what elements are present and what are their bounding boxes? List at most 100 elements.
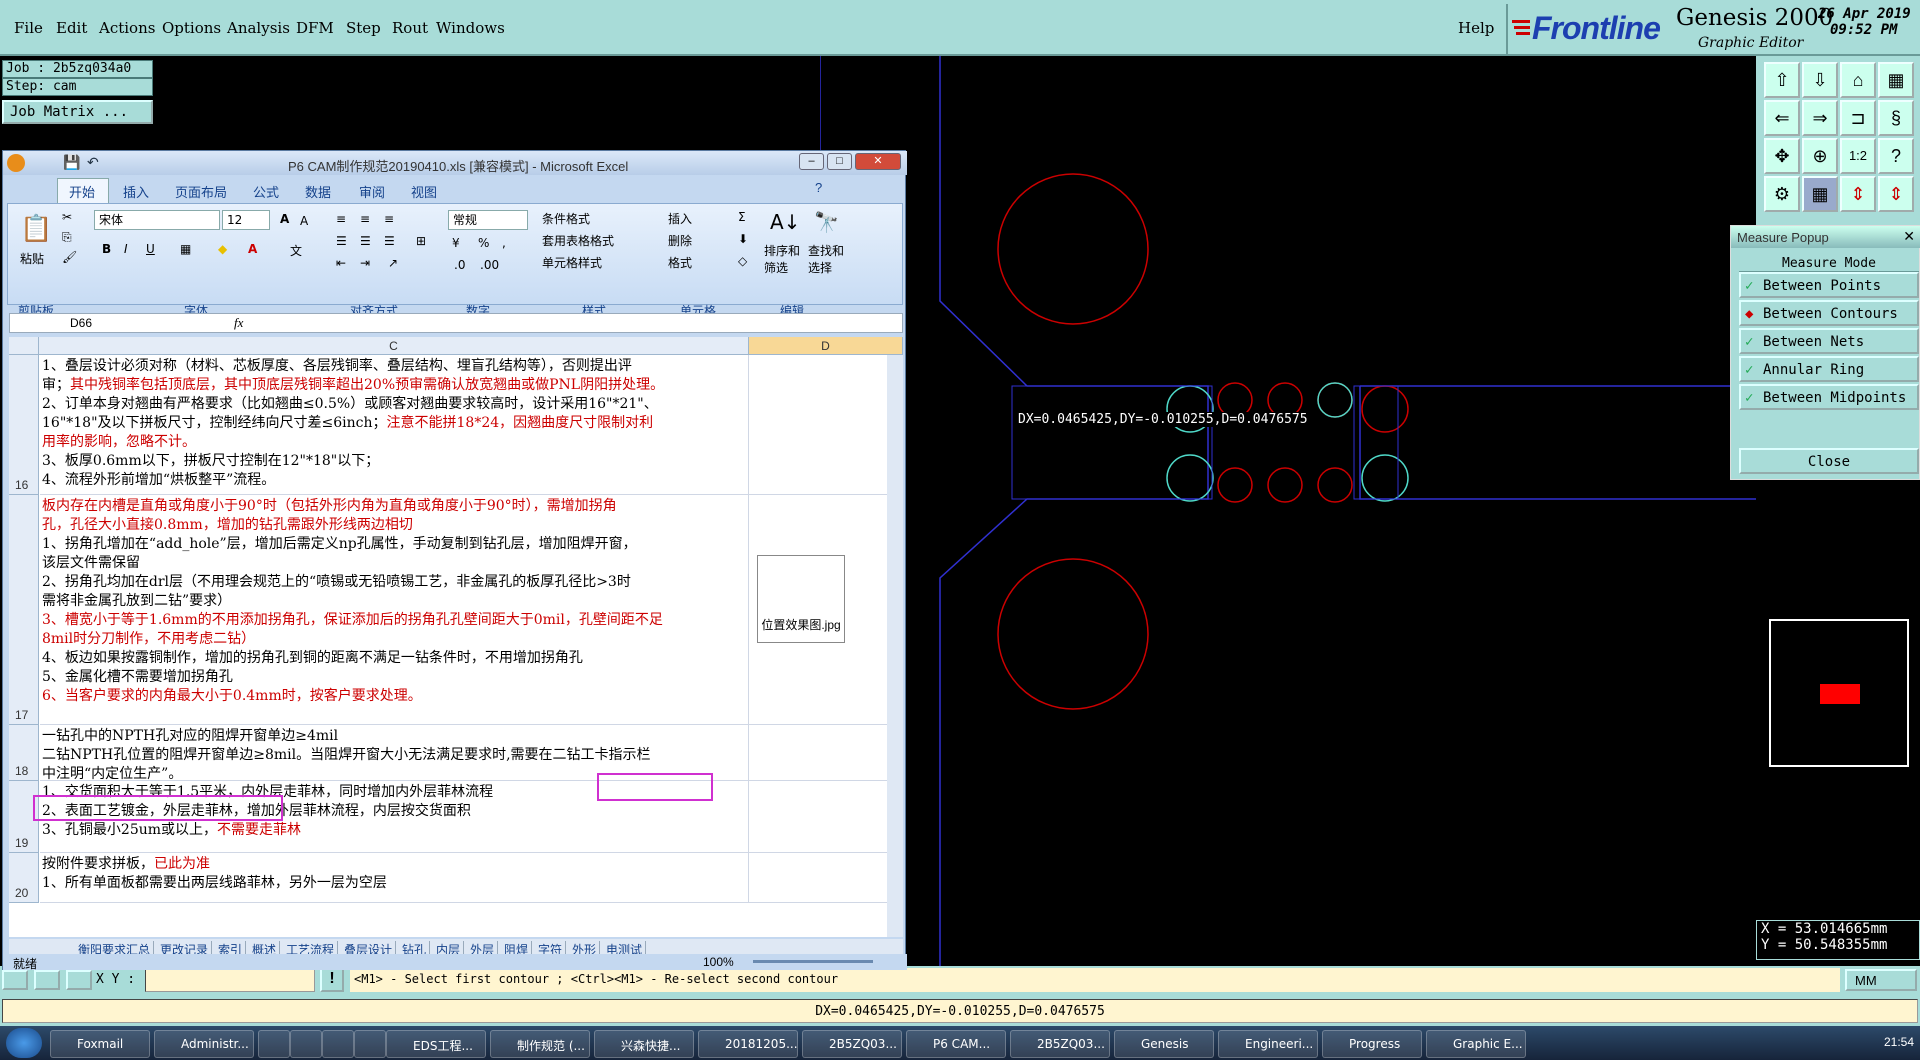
snap-icon[interactable] — [34, 970, 60, 990]
find-select-button[interactable]: 查找和选择 — [808, 242, 848, 276]
taskbar-item[interactable]: EDS工程... — [386, 1030, 486, 1058]
help-icon[interactable]: ? — [815, 180, 822, 195]
percent-icon[interactable]: % — [478, 236, 489, 250]
close-icon[interactable]: ✕ — [1903, 228, 1915, 245]
zoom-in-icon[interactable]: ⊐ — [1840, 100, 1876, 136]
align-middle-icon[interactable]: ≡ — [360, 212, 370, 226]
zoom-out-icon[interactable]: § — [1878, 100, 1914, 136]
paste-button[interactable]: 粘贴 — [20, 250, 44, 267]
tab-formulas[interactable]: 公式 — [253, 182, 279, 201]
sum-icon[interactable]: Σ — [738, 210, 746, 224]
tab-insert[interactable]: 插入 — [123, 182, 149, 201]
pan-right-icon[interactable]: ⇒ — [1802, 100, 1838, 136]
menu-help[interactable]: Help — [1458, 19, 1494, 37]
sort-icon[interactable]: A↓ — [770, 210, 800, 234]
measure-popup-titlebar[interactable]: Measure Popup ✕ — [1731, 226, 1920, 248]
paste-icon[interactable]: 📋 — [20, 214, 52, 244]
merge-icon[interactable]: ⊞ — [416, 234, 426, 248]
job-matrix-button[interactable]: Job Matrix ... — [2, 100, 153, 124]
menu-analysis[interactable]: Analysis — [227, 19, 290, 37]
column-header-d[interactable]: D — [749, 337, 903, 355]
help-icon[interactable]: ? — [1878, 138, 1914, 174]
excel-titlebar[interactable]: 💾 ↶ P6 CAM制作规范20190410.xls [兼容模式] - Micr… — [3, 151, 907, 175]
taskbar-item[interactable]: 20181205... — [698, 1030, 798, 1058]
measure-icon[interactable]: ⇕ — [1840, 176, 1876, 212]
conditional-format-button[interactable]: 条件格式 — [542, 210, 590, 227]
center-icon[interactable]: ⊕ — [1802, 138, 1838, 174]
cell-d[interactable] — [749, 725, 887, 781]
fill-color-icon[interactable]: ◆ — [218, 242, 227, 256]
maximize-icon[interactable]: □ — [827, 153, 852, 170]
home-icon[interactable]: ⌂ — [1840, 62, 1876, 98]
align-center-icon[interactable]: ☰ — [360, 234, 371, 248]
taskbar-item[interactable]: Genesis — [1114, 1030, 1214, 1058]
between-contours-option[interactable]: ◆ Between Contours — [1739, 300, 1919, 326]
tab-review[interactable]: 审阅 — [359, 182, 385, 201]
grow-font-icon[interactable]: A — [280, 212, 289, 226]
comma-icon[interactable]: , — [502, 236, 506, 250]
taskbar-item[interactable] — [354, 1030, 386, 1058]
font-color-icon[interactable]: A — [248, 242, 257, 256]
zoom-slider[interactable] — [753, 960, 873, 963]
taskbar-item[interactable]: 2B5ZQ03... — [802, 1030, 902, 1058]
cut-icon[interactable]: ✂ — [62, 210, 72, 224]
close-icon[interactable]: ✕ — [855, 153, 901, 170]
cell-d[interactable] — [749, 853, 887, 903]
tab-data[interactable]: 数据 — [305, 182, 331, 201]
save-icon[interactable]: 💾 — [63, 154, 80, 171]
info-icon[interactable]: ! — [320, 968, 344, 992]
scale-icon[interactable]: 1:2 — [1840, 138, 1876, 174]
attachment-image[interactable]: 位置效果图.jpg — [757, 555, 845, 643]
row-header[interactable]: 17 — [9, 495, 39, 725]
increase-decimal-icon[interactable]: .0 — [454, 258, 465, 272]
zoom-home-icon[interactable]: ⇧ — [1764, 62, 1800, 98]
row-header[interactable]: 18 — [9, 725, 39, 781]
row-header[interactable]: 20 — [9, 853, 39, 903]
align-bottom-icon[interactable]: ≡ — [384, 212, 394, 226]
align-left-icon[interactable]: ☰ — [336, 234, 347, 248]
insert-button[interactable]: 插入 — [668, 210, 692, 227]
cell-d[interactable]: 位置效果图.jpg — [749, 495, 887, 725]
menu-file[interactable]: File — [14, 19, 43, 37]
format-painter-icon[interactable]: 🖌 — [62, 250, 77, 264]
format-button[interactable]: 格式 — [668, 254, 692, 271]
taskbar-item[interactable] — [258, 1030, 290, 1058]
taskbar-item[interactable]: P6 CAM... — [906, 1030, 1006, 1058]
tool-icon[interactable] — [2, 970, 28, 990]
indent-icon[interactable]: ⇤ — [336, 256, 346, 270]
office-icon[interactable] — [7, 154, 25, 172]
bold-icon[interactable]: B — [102, 242, 111, 256]
ruler-icon[interactable]: ⇕ — [1878, 176, 1914, 212]
spreadsheet-grid[interactable]: C D 16 1、叠层设计必须对称（材料、芯板厚度、各层残铜率、叠层结构、埋盲孔结… — [9, 337, 903, 937]
phonetic-icon[interactable]: 文 — [290, 242, 302, 259]
fill-icon[interactable]: ⬇ — [738, 232, 748, 246]
shrink-font-icon[interactable]: A — [300, 214, 308, 228]
taskbar-item[interactable]: 制作规范 (... — [490, 1030, 590, 1058]
orientation-icon[interactable]: ↗ — [388, 256, 398, 270]
decrease-decimal-icon[interactable]: .00 — [480, 258, 499, 272]
cell-c[interactable]: 1、叠层设计必须对称（材料、芯板厚度、各层残铜率、叠层结构、埋盲孔结构等），否则… — [40, 355, 749, 495]
taskbar-item[interactable] — [322, 1030, 354, 1058]
cad-canvas[interactable] — [820, 56, 1756, 966]
menu-edit[interactable]: Edit — [56, 19, 87, 37]
menu-dfm[interactable]: DFM — [296, 19, 334, 37]
column-header-c[interactable]: C — [39, 337, 749, 355]
minimize-icon[interactable]: – — [799, 153, 824, 170]
start-button[interactable] — [6, 1028, 42, 1058]
cell-d[interactable] — [749, 781, 887, 853]
select-all-corner[interactable] — [9, 337, 39, 355]
pan-left-icon[interactable]: ⇐ — [1764, 100, 1800, 136]
clear-icon[interactable]: ◇ — [738, 254, 747, 268]
menu-windows[interactable]: Windows — [436, 19, 505, 37]
undo-icon[interactable]: ↶ — [87, 154, 99, 171]
menu-options[interactable]: Options — [162, 19, 221, 37]
table-format-button[interactable]: 套用表格格式 — [542, 232, 614, 249]
between-nets-option[interactable]: ✓ Between Nets — [1739, 328, 1919, 354]
currency-icon[interactable]: ¥ — [452, 236, 460, 250]
taskbar-item[interactable]: 2B5ZQ03... — [1010, 1030, 1110, 1058]
taskbar-item[interactable]: Administr... — [154, 1030, 254, 1058]
taskbar-item[interactable]: Progress — [1322, 1030, 1422, 1058]
download-icon[interactable]: ⇩ — [1802, 62, 1838, 98]
fit-icon[interactable]: ✥ — [1764, 138, 1800, 174]
tab-page-layout[interactable]: 页面布局 — [175, 182, 227, 201]
